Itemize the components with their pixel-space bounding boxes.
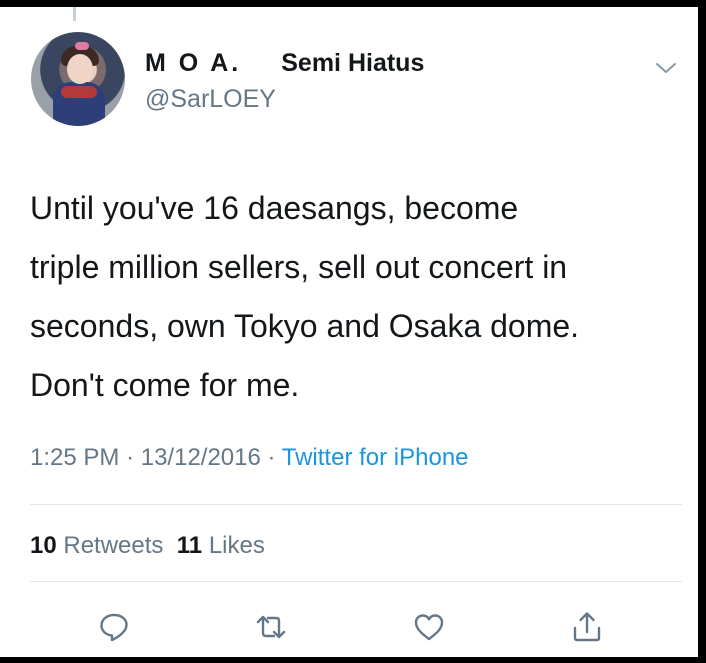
- tweet-text-line: Until you've 16 daesangs, become: [30, 190, 519, 226]
- meta-separator: ·: [126, 444, 141, 471]
- reply-icon: [100, 613, 128, 642]
- share-icon: [573, 612, 601, 642]
- share-button[interactable]: [565, 605, 609, 649]
- avatar[interactable]: [31, 32, 125, 126]
- reply-button[interactable]: [92, 605, 136, 649]
- tweet-actions: [30, 605, 682, 655]
- divider: [30, 581, 682, 582]
- tweet-text-line: triple million sellers, sell out concert…: [30, 249, 568, 285]
- tweet-text-line: Don't come for me.: [30, 367, 300, 403]
- retweets-label: Retweets: [63, 532, 164, 559]
- likes-stat[interactable]: 11 Likes: [177, 532, 265, 559]
- likes-label: Likes: [208, 532, 265, 559]
- divider: [30, 504, 682, 505]
- tweet-date[interactable]: 13/12/2016: [141, 444, 261, 471]
- tweet-meta: 1:25 PM · 13/12/2016 · Twitter for iPhon…: [30, 444, 469, 472]
- tweet-source-link[interactable]: Twitter for iPhone: [282, 444, 469, 471]
- user-handle[interactable]: @SarLOEY: [145, 85, 276, 114]
- tweet-stats: 10 Retweets 11 Likes: [30, 532, 265, 560]
- tweet-text-line: seconds, own Tokyo and Osaka dome.: [30, 308, 580, 344]
- like-button[interactable]: [407, 605, 451, 649]
- tweet-time[interactable]: 1:25 PM: [30, 444, 119, 471]
- retweet-button[interactable]: [249, 605, 293, 649]
- tweet-text: Until you've 16 daesangs, become triple …: [30, 179, 690, 415]
- meta-separator: ·: [267, 444, 282, 471]
- retweet-icon: [256, 615, 286, 639]
- thread-line: [73, 7, 76, 21]
- like-icon: [414, 614, 444, 641]
- likes-count: 11: [176, 532, 203, 559]
- chevron-down-icon[interactable]: [653, 55, 679, 81]
- display-name-status[interactable]: Semi Hiatus: [281, 49, 424, 78]
- retweets-stat[interactable]: 10 Retweets: [30, 532, 163, 559]
- retweets-count: 10: [30, 532, 57, 559]
- tweet-card: M O A. Semi Hiatus @SarLOEY Until you've…: [0, 7, 698, 657]
- display-name[interactable]: M O A.: [145, 49, 241, 78]
- author-name-row[interactable]: M O A. Semi Hiatus: [145, 49, 424, 81]
